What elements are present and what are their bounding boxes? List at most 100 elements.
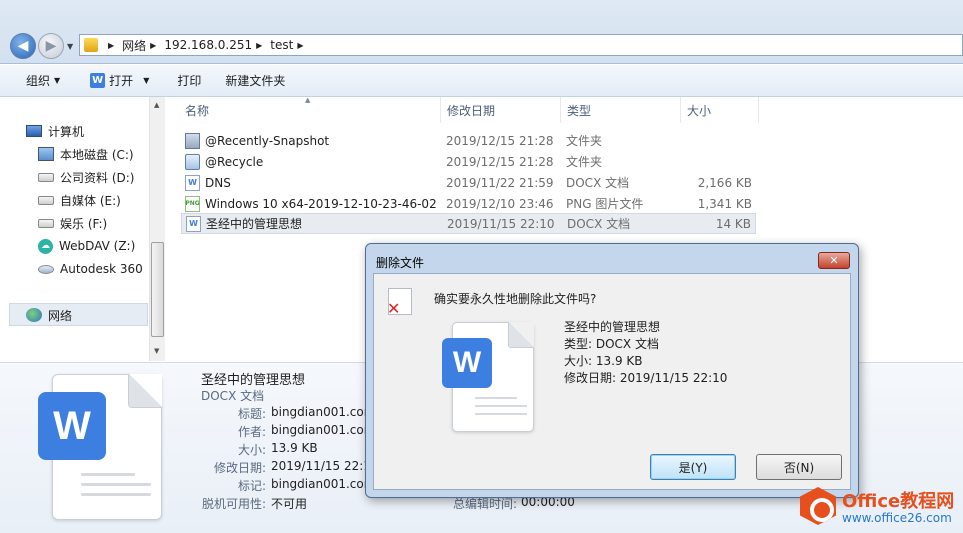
details-author-label: 作者:: [237, 425, 266, 439]
watermark-url: www.office26.com: [842, 511, 952, 525]
file-row[interactable]: @Recycle 2019/12/15 21:28 文件夹: [181, 151, 756, 172]
details-title-value[interactable]: bingdian001.com: [271, 405, 375, 419]
details-tags-value[interactable]: bingdian001.com: [271, 477, 375, 491]
back-button[interactable]: ◀: [10, 33, 36, 59]
system-drive-icon: [38, 147, 54, 161]
details-filename: 圣经中的管理思想: [201, 373, 306, 388]
nav-scrollbar[interactable]: ▲ ▼: [149, 97, 165, 361]
forward-button[interactable]: ▶: [38, 33, 64, 59]
docx-icon: W: [185, 174, 200, 191]
file-size: 14 KB: [715, 216, 751, 231]
file-name-cell: W 圣经中的管理思想: [186, 215, 302, 232]
print-button[interactable]: 打印: [161, 65, 213, 96]
open-button[interactable]: W 打开 ▼: [72, 65, 161, 96]
scroll-down-icon[interactable]: ▼: [154, 347, 159, 355]
file-type: DOCX 文档: [567, 217, 631, 231]
chevron-right-icon[interactable]: ▶: [108, 41, 114, 50]
nav-computer[interactable]: 计算机: [26, 120, 84, 142]
nav-drive-e[interactable]: 自媒体 (E:): [38, 189, 121, 211]
file-type: 文件夹: [566, 134, 603, 148]
dialog-file-size: 大小: 13.9 KB: [564, 354, 643, 368]
nav-drive-label: WebDAV (Z:): [59, 239, 136, 253]
delete-x-icon: ✕: [387, 299, 401, 318]
nav-network[interactable]: 网络: [26, 304, 72, 326]
nav-drive-label: Autodesk 360: [60, 262, 143, 276]
png-icon: PNG: [185, 195, 200, 212]
delete-file-icon: ✕: [387, 288, 412, 318]
text-line: [475, 405, 527, 407]
details-tags-label: 标记:: [237, 479, 266, 493]
nav-drive-label: 本地磁盘 (C:): [60, 147, 134, 162]
file-type: DOCX 文档: [566, 176, 630, 190]
webdav-icon: ☁: [38, 238, 53, 254]
text-line: [81, 493, 151, 496]
scroll-up-icon[interactable]: ▲: [154, 101, 159, 109]
close-button[interactable]: ✕: [818, 252, 850, 269]
breadcrumb[interactable]: ▶ 网络 ▶ 192.168.0.251 ▶ test ▶: [79, 34, 963, 56]
file-name: 圣经中的管理思想: [206, 217, 303, 231]
nav-drive-c[interactable]: 本地磁盘 (C:): [38, 143, 134, 165]
drive-icon: [38, 195, 54, 205]
file-size: 2,166 KB: [697, 175, 752, 190]
chevron-right-icon[interactable]: ▶: [297, 41, 303, 50]
column-header-size[interactable]: 大小: [681, 97, 759, 123]
column-header-type[interactable]: 类型: [561, 97, 681, 123]
network-location-icon: [84, 38, 98, 52]
yes-button[interactable]: 是(Y): [650, 454, 736, 480]
new-folder-button[interactable]: 新建文件夹: [213, 65, 297, 96]
nav-computer-label: 计算机: [48, 124, 85, 139]
file-name: @Recycle: [205, 154, 264, 169]
dialog-question: 确实要永久性地删除此文件吗?: [434, 292, 597, 306]
dialog-file-type: 类型: DOCX 文档: [564, 337, 659, 351]
details-size-value: 13.9 KB: [271, 441, 318, 455]
address-bar-area: ◀ ▶ ▼ ▶ 网络 ▶ 192.168.0.251 ▶ test ▶: [0, 0, 963, 64]
details-author-value[interactable]: bingdian001.com: [271, 423, 375, 437]
nav-drive-label: 娱乐 (F:): [60, 216, 108, 231]
file-date: 2019/11/15 22:10: [447, 216, 555, 231]
chevron-right-icon[interactable]: ▶: [256, 41, 262, 50]
delete-file-dialog: 删除文件 ✕ ✕ 确实要永久性地删除此文件吗? W 圣经中的管理思想 类型: D…: [365, 243, 859, 498]
dialog-docx-thumbnail: W: [442, 322, 534, 432]
column-header-date[interactable]: 修改日期: [441, 97, 561, 123]
file-date: 2019/11/22 21:59: [446, 175, 554, 190]
breadcrumb-host[interactable]: 192.168.0.251: [164, 38, 252, 52]
nav-drive-z[interactable]: ☁ WebDAV (Z:): [38, 235, 135, 257]
nav-drive-f[interactable]: 娱乐 (F:): [38, 212, 107, 234]
file-date: 2019/12/15 21:28: [446, 154, 554, 169]
organize-button[interactable]: 组织 ▼: [0, 65, 72, 96]
no-button[interactable]: 否(N): [756, 454, 842, 480]
file-size: 1,341 KB: [697, 196, 752, 211]
text-line: [475, 397, 517, 399]
history-dropdown-icon[interactable]: ▼: [67, 42, 73, 51]
office26-watermark: Office教程网 www.office26.com: [800, 485, 960, 529]
nav-drive-label: 自媒体 (E:): [60, 193, 121, 208]
file-name: Windows 10 x64-2019-12-10-23-46-02: [205, 196, 437, 211]
file-type: 文件夹: [566, 155, 603, 169]
text-line: [81, 483, 151, 486]
organize-label: 组织: [26, 74, 51, 88]
file-type: PNG 图片文件: [566, 197, 644, 211]
office-logo-icon: [800, 487, 836, 525]
dialog-body: ✕ 确实要永久性地删除此文件吗? W 圣经中的管理思想 类型: DOCX 文档 …: [373, 273, 851, 490]
wps-writer-icon: W: [38, 392, 106, 460]
file-name-cell: PNG Windows 10 x64-2019-12-10-23-46-02: [185, 195, 437, 212]
file-date: 2019/12/15 21:28: [446, 133, 554, 148]
details-modified-value[interactable]: 2019/11/15 22:10: [271, 459, 379, 473]
sort-ascending-icon: ▲: [305, 96, 311, 104]
dialog-title: 删除文件: [376, 256, 425, 270]
breadcrumb-folder[interactable]: test: [270, 38, 293, 52]
snapshot-folder-icon: [185, 132, 200, 149]
file-row[interactable]: @Recently-Snapshot 2019/12/15 21:28 文件夹: [181, 130, 756, 151]
file-row[interactable]: PNG Windows 10 x64-2019-12-10-23-46-02 2…: [181, 193, 756, 214]
chevron-right-icon[interactable]: ▶: [150, 41, 156, 50]
details-filetype: DOCX 文档: [201, 389, 265, 403]
file-row-selected[interactable]: W 圣经中的管理思想 2019/11/15 22:10 DOCX 文档 14 K…: [181, 213, 756, 234]
page-fold: [128, 374, 162, 408]
recycle-folder-icon: [185, 153, 200, 170]
nav-autodesk-360[interactable]: Autodesk 360: [38, 258, 143, 280]
file-row[interactable]: W DNS 2019/11/22 21:59 DOCX 文档 2,166 KB: [181, 172, 756, 193]
breadcrumb-network[interactable]: 网络: [122, 37, 146, 54]
nav-drive-d[interactable]: 公司资料 (D:): [38, 166, 134, 188]
nav-network-label: 网络: [48, 308, 73, 323]
scrollbar-thumb[interactable]: [151, 242, 164, 337]
